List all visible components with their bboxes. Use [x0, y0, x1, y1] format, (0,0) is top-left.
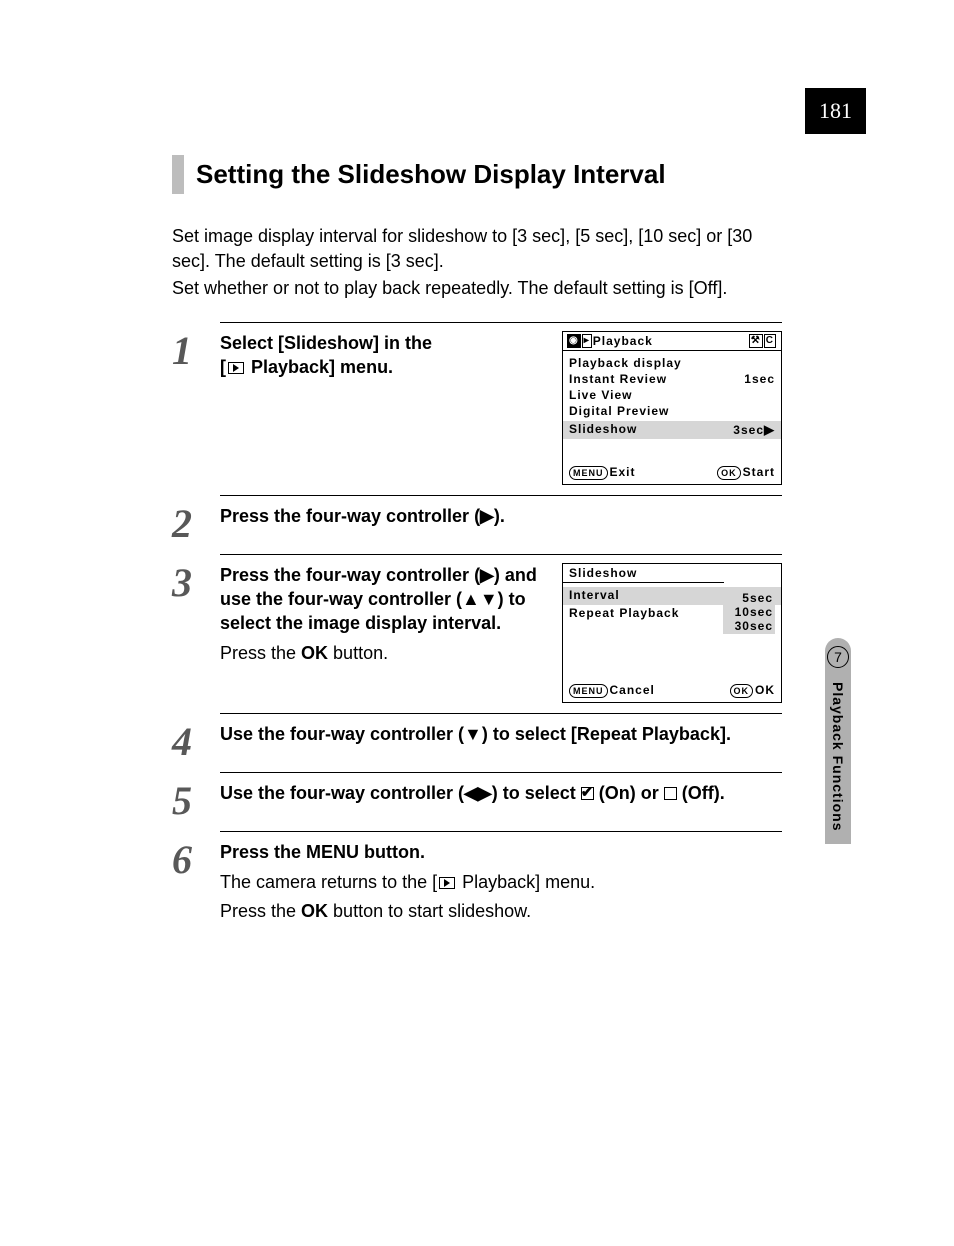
menu-item: Playback display — [569, 356, 682, 370]
menu-button-label: MENU — [569, 466, 608, 480]
intro-line-2: Set whether or not to play back repeated… — [172, 276, 782, 301]
step-number: 4 — [172, 722, 220, 762]
step-5: 5 Use the four-way controller (◀▶) to se… — [172, 772, 782, 821]
wrench-icon: ⚒ — [749, 334, 763, 348]
step-number: 2 — [172, 504, 220, 544]
step-number: 3 — [172, 563, 220, 703]
menu-item: Repeat Playback — [569, 606, 679, 620]
camera-icon: ◉ — [567, 334, 581, 348]
step-4-text: Use the four-way controller (▼) to selec… — [220, 722, 782, 746]
ok-button-label: OK — [730, 684, 754, 698]
side-tab: 7 Playback Functions — [822, 646, 854, 831]
checkbox-on-icon — [581, 787, 594, 800]
step-number: 1 — [172, 331, 220, 485]
playback-icon — [228, 362, 244, 374]
step-6: 6 Press the MENU button. The camera retu… — [172, 831, 782, 922]
menu-item-selected: Slideshow 3sec▶ — [563, 421, 781, 439]
menu-item: Live View — [569, 388, 632, 402]
menu-item: Instant Review — [569, 372, 667, 386]
step-6-text: Press the MENU button. — [220, 840, 782, 864]
section-title: Setting the Slideshow Display Interval — [172, 155, 782, 194]
text: Playback] menu. — [246, 357, 393, 377]
step-6-sub1: The camera returns to the [ Playback] me… — [220, 872, 782, 893]
ok-button-label: OK — [717, 466, 741, 480]
step-1: 1 Select [Slideshow] in the [ Playback] … — [172, 322, 782, 485]
step-5-text: Use the four-way controller (◀▶) to sele… — [220, 781, 782, 805]
step-3-text: Press the four-way controller (▶) and us… — [220, 563, 546, 636]
intro-text: Set image display interval for slideshow… — [172, 224, 782, 302]
step-3-subtext: Press the OK button. — [220, 643, 546, 664]
step-3: 3 Press the four-way controller (▶) and … — [172, 554, 782, 703]
custom-icon: C — [764, 334, 776, 348]
menu-item: Digital Preview — [569, 404, 669, 418]
step-2-text: Press the four-way controller (▶). — [220, 504, 782, 528]
lcd-title: Playback — [593, 334, 653, 348]
step-number: 6 — [172, 840, 220, 922]
step-2: 2 Press the four-way controller (▶). — [172, 495, 782, 544]
playback-tab-icon: ▸ — [582, 334, 592, 348]
lcd-slideshow-menu: Slideshow Interval ◀ 3sec Repeat Playbac… — [562, 563, 782, 703]
step-4: 4 Use the four-way controller (▼) to sel… — [172, 713, 782, 762]
text: Select [Slideshow] in the — [220, 333, 432, 353]
chapter-label: Playback Functions — [830, 682, 846, 831]
arrow-right-icon: ▶ — [764, 422, 775, 437]
lcd-title: Slideshow — [563, 564, 724, 583]
step-number: 5 — [172, 781, 220, 821]
title-text: Setting the Slideshow Display Interval — [196, 155, 666, 194]
playback-icon — [439, 877, 455, 889]
lcd-playback-menu: ◉▸ Playback ⚒C Playback display Instant … — [562, 331, 782, 485]
step-6-sub2: Press the OK button to start slideshow. — [220, 901, 782, 922]
step-1-text: Select [Slideshow] in the [ Playback] me… — [220, 331, 546, 380]
checkbox-off-icon — [664, 787, 677, 800]
page-content: Setting the Slideshow Display Interval S… — [172, 155, 782, 922]
intro-line-1: Set image display interval for slideshow… — [172, 224, 782, 274]
page-number: 181 — [805, 88, 866, 134]
menu-button-label: MENU — [569, 684, 608, 698]
chapter-badge: 7 — [827, 646, 849, 668]
interval-options: 5sec 10sec 30sec — [723, 590, 775, 634]
